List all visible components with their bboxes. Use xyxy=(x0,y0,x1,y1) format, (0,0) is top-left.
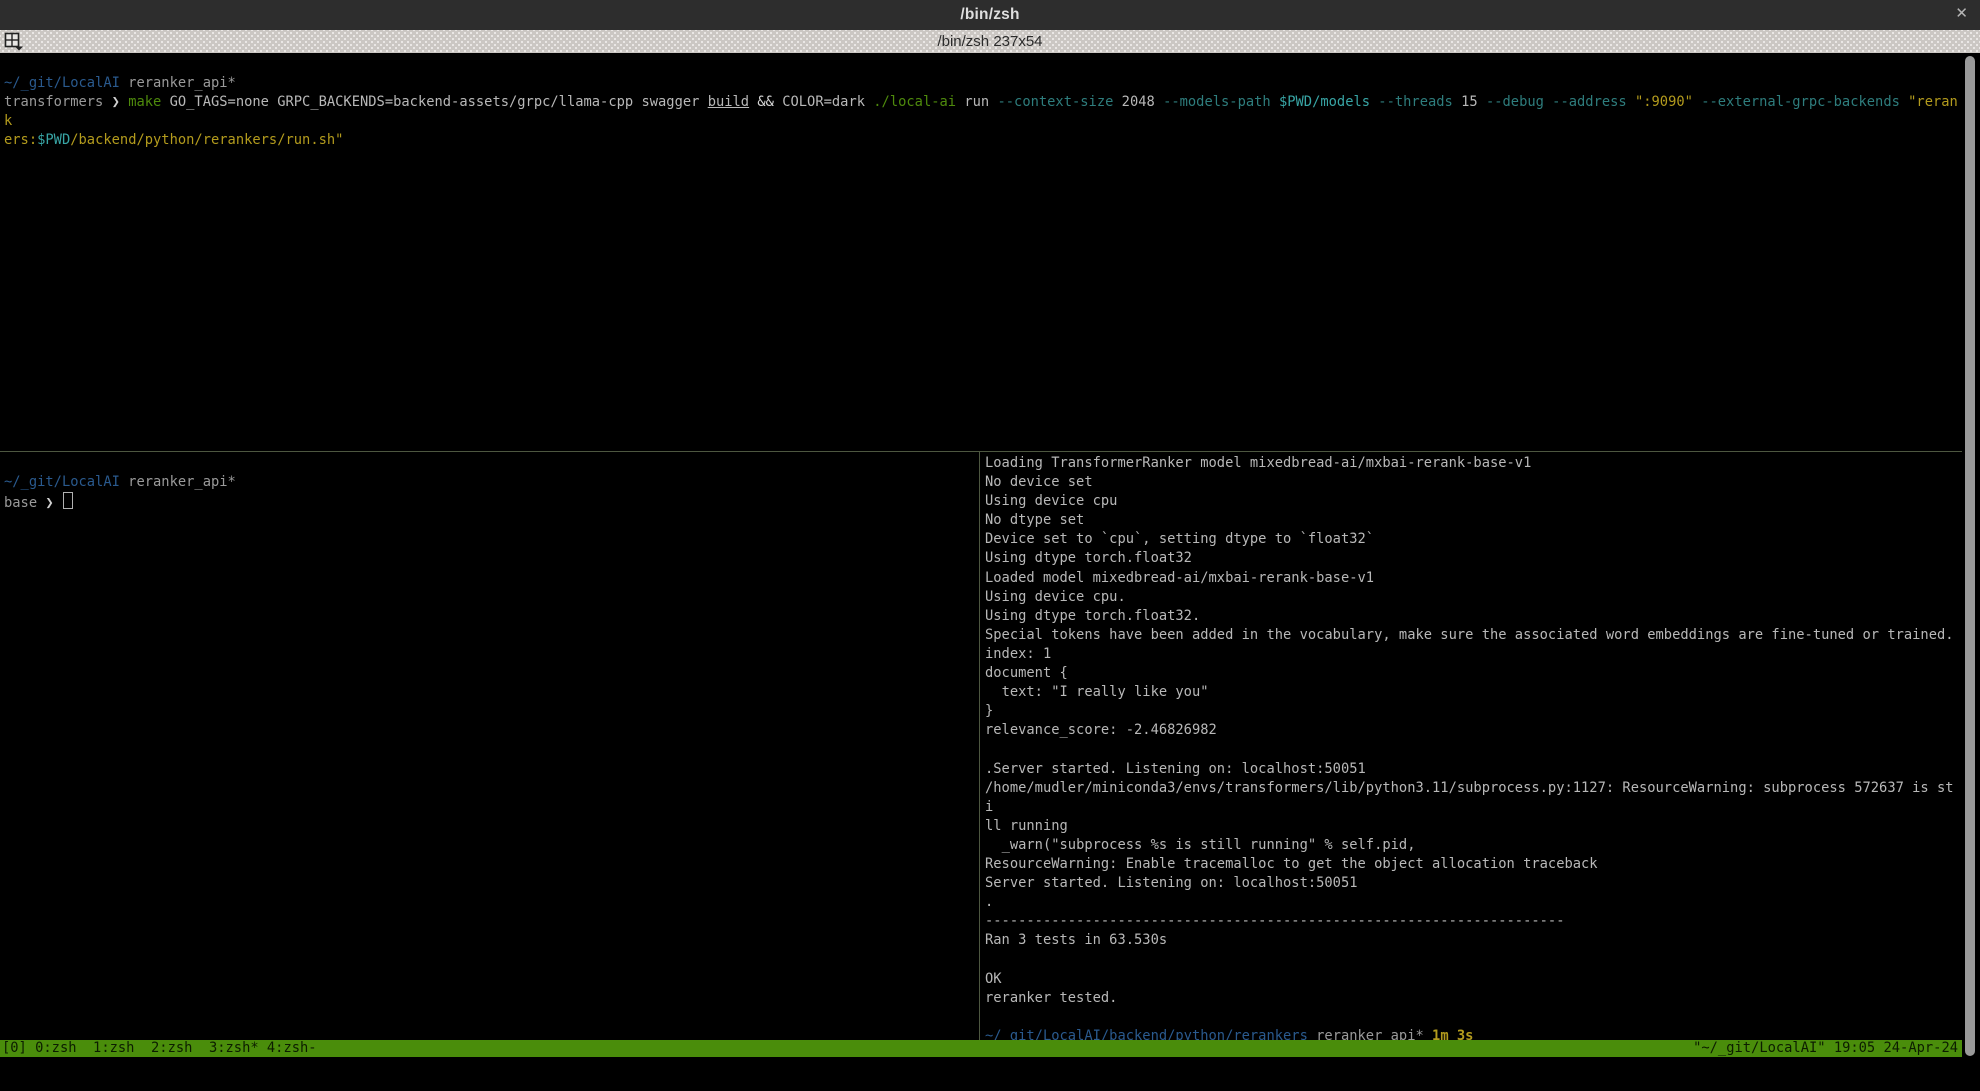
cwd-path: ~/_git/LocalAI/backend/python/rerankers xyxy=(985,1028,1308,1040)
cwd-path: ~/_git/LocalAI xyxy=(4,75,120,91)
cmd-binary: ./local-ai xyxy=(873,94,956,110)
close-icon[interactable]: ✕ xyxy=(1955,4,1968,22)
terminal-line: Using dtype torch.float32 xyxy=(985,549,1958,568)
terminal-line: document { xyxy=(985,664,1958,683)
conda-env: transformers xyxy=(4,94,112,110)
tmux-session-info: "~/_git/LocalAI" 19:05 24-Apr-24 xyxy=(1693,1040,1958,1057)
terminal-line: ResourceWarning: Enable tracemalloc to g… xyxy=(985,855,1958,874)
terminal-line-blank xyxy=(4,55,1958,74)
log-output: Loading TransformerRanker model mixedbre… xyxy=(985,454,1958,1027)
command-duration: 1m 3s xyxy=(1424,1028,1474,1040)
var-pwd: $PWD xyxy=(37,132,70,148)
terminal-line: ll running xyxy=(985,817,1958,836)
terminal-line: Using dtype torch.float32. xyxy=(985,607,1958,626)
shell-prompt: base ❯ xyxy=(4,492,974,513)
terminal-line: Using device cpu. xyxy=(985,588,1958,607)
value-context-size: 2048 xyxy=(1113,94,1163,110)
git-branch: reranker_api* xyxy=(120,75,236,91)
flag-external-grpc: --external-grpc-backends xyxy=(1693,94,1908,110)
terminal-line xyxy=(985,950,1958,969)
tmux-status-bar: [0] 0:zsh 1:zsh 2:zsh 3:zsh* 4:zsh- "~/_… xyxy=(0,1040,1980,1057)
terminal-line xyxy=(985,740,1958,759)
terminal-line-blank xyxy=(4,454,974,473)
flag-models-path: --models-path xyxy=(1163,94,1271,110)
prompt-line: ~/_git/LocalAI reranker_api* xyxy=(4,473,974,492)
cmd-and: && xyxy=(749,94,782,110)
terminal-line: Special tokens have been added in the vo… xyxy=(985,626,1958,645)
terminal-line: OK xyxy=(985,970,1958,989)
window-title: /bin/zsh xyxy=(960,6,1019,24)
prompt-chevron: ❯ xyxy=(112,94,129,110)
terminal-line: relevance_score: -2.46826982 xyxy=(985,721,1958,740)
pane-left[interactable]: ~/_git/LocalAI reranker_api* base ❯ xyxy=(0,452,978,1040)
terminal-line: Using device cpu xyxy=(985,492,1958,511)
terminal-line: Device set to `cpu`, setting dtype to `f… xyxy=(985,530,1958,549)
terminal-line: Loaded model mixedbread-ai/mxbai-rerank-… xyxy=(985,569,1958,588)
command-line-wrap: ers:$PWD/backend/python/rerankers/run.sh… xyxy=(4,131,1958,150)
flag-threads: --threads xyxy=(1370,94,1453,110)
terminal-line: No device set xyxy=(985,473,1958,492)
terminal-line: /home/mudler/miniconda3/envs/transformer… xyxy=(985,779,1958,817)
flag-debug: --debug xyxy=(1486,94,1544,110)
cmd-make: make xyxy=(128,94,169,110)
terminal-line: _warn("subprocess %s is still running" %… xyxy=(985,836,1958,855)
cmd-run: run xyxy=(956,94,997,110)
terminal-line xyxy=(985,1008,1958,1027)
value-threads: 15 xyxy=(1453,94,1486,110)
cmd-args: GO_TAGS=none GRPC_BACKENDS=backend-asset… xyxy=(170,94,708,110)
terminal-line: text: "I really like you" xyxy=(985,683,1958,702)
terminal-line: index: 1 xyxy=(985,645,1958,664)
window-titlebar[interactable]: /bin/zsh ✕ xyxy=(0,0,1980,30)
scrollbar-thumb[interactable] xyxy=(1965,56,1975,1056)
flag-address: --address xyxy=(1544,94,1635,110)
window-menu-icon[interactable] xyxy=(4,32,28,51)
terminal-line: .Server started. Listening on: localhost… xyxy=(985,760,1958,779)
var-pwd-models: $PWD/models xyxy=(1271,94,1370,110)
window-grid-glyph xyxy=(4,32,28,51)
pane-divider-vertical[interactable] xyxy=(979,452,980,1040)
flag-context-size: --context-size xyxy=(997,94,1113,110)
terminal-line: ----------------------------------------… xyxy=(985,912,1958,931)
terminal-line: reranker tested. xyxy=(985,989,1958,1008)
git-branch: reranker_api* xyxy=(1308,1028,1424,1040)
terminal-line: Server started. Listening on: localhost:… xyxy=(985,874,1958,893)
cmd-build: build xyxy=(708,94,749,110)
cmd-colorenv: COLOR=dark xyxy=(782,94,873,110)
string-rerankers-mid: ers: xyxy=(4,132,37,148)
text-cursor xyxy=(63,492,73,509)
terminal-line: Ran 3 tests in 63.530s xyxy=(985,931,1958,950)
string-rerankers-end: /backend/python/rerankers/run.sh" xyxy=(70,132,343,148)
terminal-line: . xyxy=(985,893,1958,912)
prompt-line: ~/_git/LocalAI reranker_api* xyxy=(4,74,1958,93)
conda-env: base xyxy=(4,495,45,511)
tab-title: /bin/zsh 237x54 xyxy=(937,33,1042,50)
scrollbar-track[interactable] xyxy=(1962,53,1980,1064)
command-line: transformers ❯ make GO_TAGS=none GRPC_BA… xyxy=(4,93,1958,131)
terminal-line: } xyxy=(985,702,1958,721)
prompt-chevron: ❯ xyxy=(45,495,62,511)
string-address: ":9090" xyxy=(1635,94,1693,110)
terminal-line: No dtype set xyxy=(985,511,1958,530)
git-branch: reranker_api* xyxy=(120,474,236,490)
cwd-path: ~/_git/LocalAI xyxy=(4,474,120,490)
terminal-window: { "colors": { "fg": "#b8b8b8", "dim": "#… xyxy=(0,0,1980,1064)
terminal-line: Loading TransformerRanker model mixedbre… xyxy=(985,454,1958,473)
tmux-window-list[interactable]: [0] 0:zsh 1:zsh 2:zsh 3:zsh* 4:zsh- xyxy=(2,1040,317,1057)
pane-top[interactable]: ~/_git/LocalAI reranker_api* transformer… xyxy=(0,53,1962,451)
tab-bar: /bin/zsh 237x54 xyxy=(0,30,1980,53)
prompt-line: ~/_git/LocalAI/backend/python/rerankers … xyxy=(985,1027,1958,1040)
pane-right[interactable]: Loading TransformerRanker model mixedbre… xyxy=(981,452,1962,1040)
